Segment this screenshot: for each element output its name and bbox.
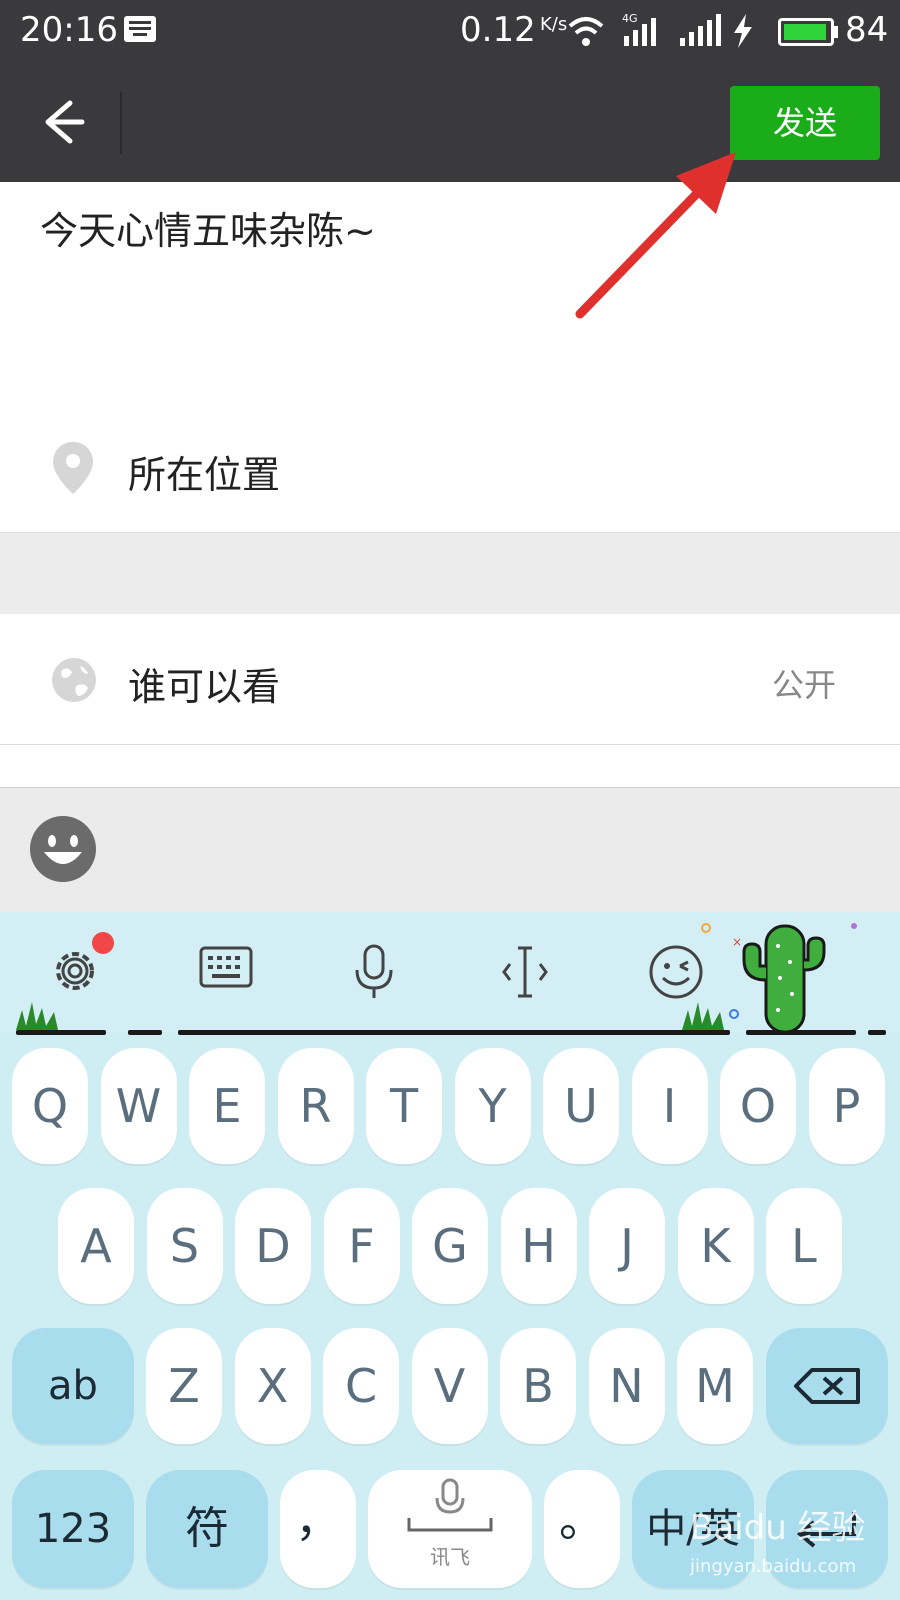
key-o[interactable]: O <box>720 1048 796 1164</box>
settings-icon[interactable] <box>48 944 102 998</box>
visibility-label: 谁可以看 <box>128 665 281 709</box>
location-pin-icon <box>53 442 93 494</box>
key-b[interactable]: B <box>500 1328 576 1444</box>
key-z[interactable]: Z <box>146 1328 222 1444</box>
key-c[interactable]: C <box>323 1328 399 1444</box>
ground-line <box>128 1030 162 1035</box>
battery-level <box>784 24 826 40</box>
key-period[interactable]: 。 <box>544 1470 620 1588</box>
globe-icon <box>52 658 96 702</box>
key-k[interactable]: K <box>677 1188 754 1304</box>
key-y[interactable]: Y <box>454 1048 531 1164</box>
key-w[interactable]: W <box>100 1048 177 1164</box>
key-e[interactable]: E <box>189 1048 265 1164</box>
back-arrow-icon[interactable] <box>30 90 94 154</box>
key-r[interactable]: R <box>277 1048 354 1164</box>
key-s[interactable]: S <box>146 1188 223 1304</box>
key-v[interactable]: V <box>411 1328 488 1444</box>
key-symbols[interactable]: 符 <box>146 1470 268 1588</box>
key-h[interactable]: H <box>500 1188 577 1304</box>
ground-line <box>178 1030 730 1035</box>
key-m[interactable]: M <box>677 1328 753 1444</box>
svg-text:×: × <box>732 935 742 949</box>
status-time: 20:16 <box>20 10 118 50</box>
signal-4g-icon: 4G <box>622 12 656 46</box>
key-t[interactable]: T <box>366 1048 442 1164</box>
smiley-face-icon[interactable] <box>28 814 98 884</box>
key-p[interactable]: P <box>808 1048 885 1164</box>
backspace-icon <box>794 1368 860 1404</box>
spacer-row <box>0 745 900 788</box>
post-text-input[interactable]: 今天心情五味杂陈~ <box>40 200 376 255</box>
charging-icon <box>734 14 752 48</box>
notification-dot <box>92 932 114 954</box>
key-u[interactable]: U <box>543 1048 619 1164</box>
watermark: Baidu 经验 <box>690 1508 866 1548</box>
key-i[interactable]: I <box>631 1048 708 1164</box>
microphone-icon <box>407 1478 493 1532</box>
space-key-label: 讯飞 <box>430 1545 470 1569</box>
keyboard-icon[interactable] <box>198 944 254 990</box>
ground-line <box>16 1030 106 1035</box>
nav-divider <box>120 92 122 154</box>
key-n[interactable]: N <box>588 1328 665 1444</box>
visibility-value: 公开 <box>772 666 837 704</box>
key-comma[interactable]: ， <box>280 1470 356 1588</box>
battery-cap <box>834 26 838 38</box>
watermark-url: jingyan.baidu.com <box>690 1556 857 1577</box>
key-d[interactable]: D <box>235 1188 311 1304</box>
emoji-wink-icon[interactable] <box>648 944 704 1000</box>
section-separator <box>0 532 900 615</box>
key-j[interactable]: J <box>589 1188 665 1304</box>
wifi-icon <box>568 17 604 46</box>
net-speed-unit: K/s <box>540 14 568 35</box>
space-key[interactable]: 讯飞 <box>368 1470 532 1588</box>
key-q[interactable]: Q <box>12 1048 88 1164</box>
location-label[interactable]: 所在位置 <box>128 444 280 499</box>
key-a[interactable]: A <box>58 1188 134 1304</box>
key-g[interactable]: G <box>412 1188 488 1304</box>
backspace-key[interactable] <box>766 1328 888 1444</box>
signal-icon <box>680 14 721 46</box>
network-type-label: 4G <box>622 12 638 25</box>
key-l[interactable]: L <box>766 1188 842 1304</box>
ground-line <box>868 1030 886 1035</box>
grass-decoration <box>16 1002 58 1030</box>
microphone-icon[interactable] <box>352 944 396 1000</box>
cactus-decoration: × <box>701 923 857 1032</box>
key-x[interactable]: X <box>234 1328 311 1444</box>
net-speed: 0.12 <box>460 10 536 50</box>
key-ab-toggle[interactable]: ab <box>12 1328 134 1444</box>
cursor-icon[interactable] <box>500 944 550 1000</box>
battery-percent: 84 <box>845 10 889 50</box>
annotation-arrow <box>575 152 736 319</box>
key-numbers[interactable]: 123 <box>12 1470 134 1588</box>
battery-icon <box>778 18 834 46</box>
keyboard-icon <box>124 16 156 42</box>
key-f[interactable]: F <box>323 1188 400 1304</box>
emoji-toolbar <box>0 788 900 912</box>
